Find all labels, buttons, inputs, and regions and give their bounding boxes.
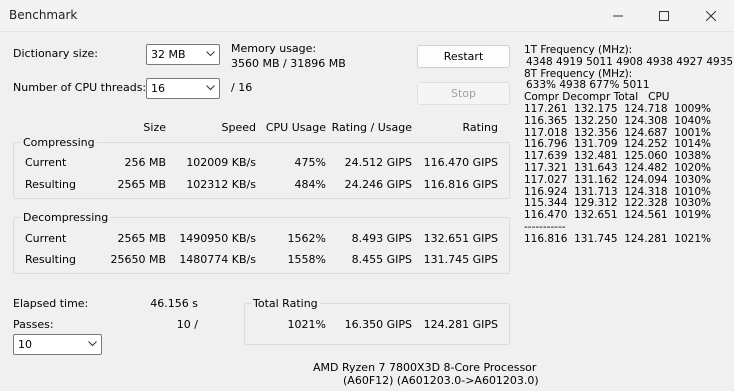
passes-label: Passes: [13, 318, 54, 331]
header-cpu-usage: CPU Usage [265, 121, 326, 134]
results-row: 117.261 132.175 124.718 1009% [524, 102, 711, 115]
compress-current-size: 256 MB [124, 156, 166, 169]
dictionary-size-value: 32 MB [151, 48, 186, 61]
total-rating-usage: 16.350 GIPS [344, 318, 412, 331]
memory-usage-value: 3560 MB / 31896 MB [231, 57, 346, 70]
compress-resulting-size: 2565 MB [117, 178, 166, 191]
title-bar: Benchmark [0, 0, 734, 32]
decompress-current-rating: 132.651 GIPS [423, 232, 498, 245]
passes-select-value: 10 [18, 338, 32, 351]
maximize-icon [659, 11, 669, 21]
results-row: 116.365 132.250 124.308 1040% [524, 114, 711, 127]
header-size: Size [143, 121, 166, 134]
results-total-row: 116.816 131.745 124.281 1021% [524, 232, 711, 245]
chevron-down-icon [88, 341, 97, 347]
decompressing-title: Decompressing [21, 211, 111, 224]
decompress-resulting-rating: 131.745 GIPS [423, 253, 498, 266]
decompress-current-size: 2565 MB [117, 232, 166, 245]
header-rating-usage: Rating / Usage [331, 121, 412, 134]
decompress-resulting-cpu: 1558% [287, 253, 326, 266]
cpu-threads-label: Number of CPU threads: [13, 81, 147, 94]
total-cpu: 1021% [287, 318, 326, 331]
memory-usage-label: Memory usage: [231, 42, 317, 55]
window-title: Benchmark [9, 8, 78, 22]
cpu-threads-select[interactable]: 16 [146, 78, 220, 99]
cpu-name: AMD Ryzen 7 7800X3D 8-Core Processor [313, 361, 537, 374]
side-log: 1T Frequency (MHz): 4348 4919 5011 4908 … [524, 44, 734, 246]
decompress-current-cpu: 1562% [287, 232, 326, 245]
results-row: 117.027 131.162 124.094 1030% [524, 173, 711, 186]
chevron-down-icon [206, 51, 215, 57]
compress-current-label: Current [25, 156, 67, 169]
stop-button[interactable]: Stop [417, 82, 510, 105]
compress-current-rating-usage: 24.512 GIPS [344, 156, 412, 169]
decompress-resulting-speed: 1480774 KB/s [179, 253, 256, 266]
passes-value: 10 / [176, 318, 198, 331]
minimize-button[interactable] [595, 0, 641, 32]
close-icon [706, 11, 716, 21]
maximize-button[interactable] [641, 0, 687, 32]
chevron-down-icon [206, 85, 215, 91]
decompress-resulting-label: Resulting [25, 253, 76, 266]
decompress-resulting-rating-usage: 8.455 GIPS [351, 253, 412, 266]
passes-select[interactable]: 10 [13, 334, 102, 355]
cpu-threads-total: / 16 [231, 81, 253, 94]
restart-button[interactable]: Restart [417, 45, 510, 68]
total-rating: 124.281 GIPS [423, 318, 498, 331]
header-speed: Speed [221, 121, 256, 134]
decompress-current-label: Current [25, 232, 67, 245]
compress-resulting-rating-usage: 24.246 GIPS [344, 178, 412, 191]
compress-current-rating: 116.470 GIPS [423, 156, 498, 169]
elapsed-time-value: 46.156 s [150, 297, 198, 310]
results-separator: ----------- [524, 220, 566, 233]
close-button[interactable] [688, 0, 734, 32]
compress-resulting-label: Resulting [25, 178, 76, 191]
dictionary-size-label: Dictionary size: [13, 47, 98, 60]
cpu-threads-value: 16 [151, 82, 165, 95]
compress-resulting-rating: 116.816 GIPS [423, 178, 498, 191]
decompress-current-speed: 1490950 KB/s [179, 232, 256, 245]
compress-resulting-cpu: 484% [294, 178, 326, 191]
compress-current-cpu: 475% [294, 156, 326, 169]
freq1-values: 4348 4919 5011 4908 4938 4927 4935 [526, 55, 734, 68]
results-row: 117.321 131.643 124.482 1020% [524, 161, 711, 174]
header-rating: Rating [462, 121, 498, 134]
dictionary-size-select[interactable]: 32 MB [146, 44, 220, 65]
compress-current-speed: 102009 KB/s [186, 156, 256, 169]
decompress-current-rating-usage: 8.493 GIPS [351, 232, 412, 245]
compress-resulting-speed: 102312 KB/s [186, 178, 256, 191]
decompress-resulting-size: 25650 MB [110, 253, 166, 266]
compressing-title: Compressing [21, 136, 97, 149]
cpu-id: (A60F12) (A601203.0->A601203.0) [343, 374, 539, 387]
minimize-icon [613, 15, 623, 17]
elapsed-time-label: Elapsed time: [13, 297, 89, 310]
total-rating-title: Total Rating [251, 297, 320, 310]
